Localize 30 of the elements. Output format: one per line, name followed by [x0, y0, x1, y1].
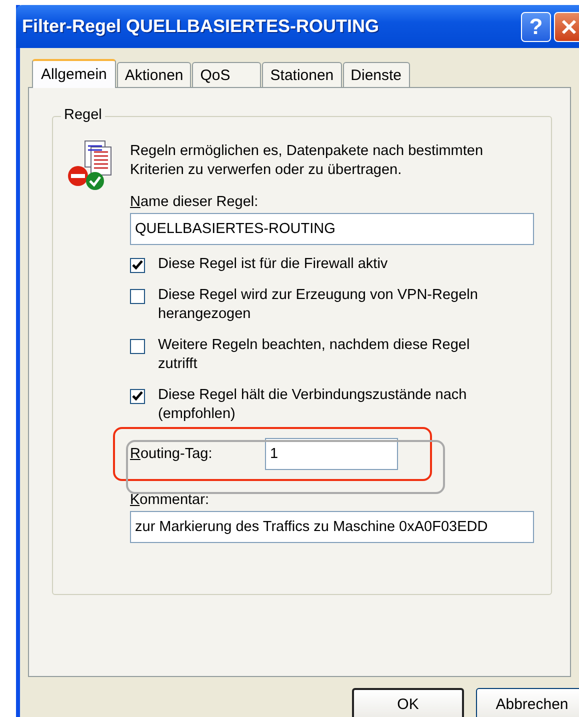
name-field[interactable]: QUELLBASIERTES-ROUTING	[130, 213, 534, 245]
checkbox[interactable]	[130, 289, 145, 304]
field-label: Routing-Tag:	[130, 446, 214, 462]
checkbox[interactable]	[130, 339, 145, 354]
checkbox[interactable]	[130, 389, 145, 404]
group-title: Regel	[61, 107, 105, 123]
routing-tag-field[interactable]: 1	[265, 438, 398, 470]
checkbox-label: Diese Regel ist für die Firewall aktiv	[158, 255, 389, 274]
tab[interactable]: QoS	[192, 62, 262, 87]
check-icon	[132, 391, 143, 402]
window-title: Filter-Regel QUELLBASIERTES-ROUTING	[22, 16, 380, 37]
check-icon	[132, 260, 143, 271]
close-icon	[560, 18, 578, 36]
dialog-button[interactable]: Abbrechen	[476, 688, 579, 717]
help-button[interactable]: ?	[521, 12, 551, 42]
field-label: Name dieser Regel:	[130, 194, 260, 210]
rules-icon	[67, 139, 113, 191]
tab[interactable]: Allgemein	[32, 59, 116, 88]
close-button[interactable]	[554, 12, 579, 42]
comment-field[interactable]: zur Markierung des Traffics zu Maschine 0xA0F03EDD	[130, 511, 534, 543]
tab[interactable]: Dienste	[342, 62, 410, 87]
field-label: Kommentar:	[130, 492, 210, 508]
tab[interactable]: Stationen	[262, 62, 342, 87]
checkbox-label: Diese Regel wird zur Erzeugung von VPN-Regeln herangezogen	[158, 286, 479, 324]
checkbox[interactable]	[130, 258, 145, 273]
checkbox-label: Weitere Regeln beachten, nachdem diese Regel zutrifft	[158, 336, 471, 374]
dialog-button[interactable]: OK	[352, 688, 464, 717]
description-text: Regeln ermöglichen es, Datenpakete nach bestimmten Kriterien zu verwerfen oder zu übertragen.	[130, 142, 484, 180]
tab[interactable]: Aktionen	[116, 62, 192, 87]
checkbox-label: Diese Regel hält die Verbindungszustände nach (empfohlen)	[158, 386, 468, 424]
